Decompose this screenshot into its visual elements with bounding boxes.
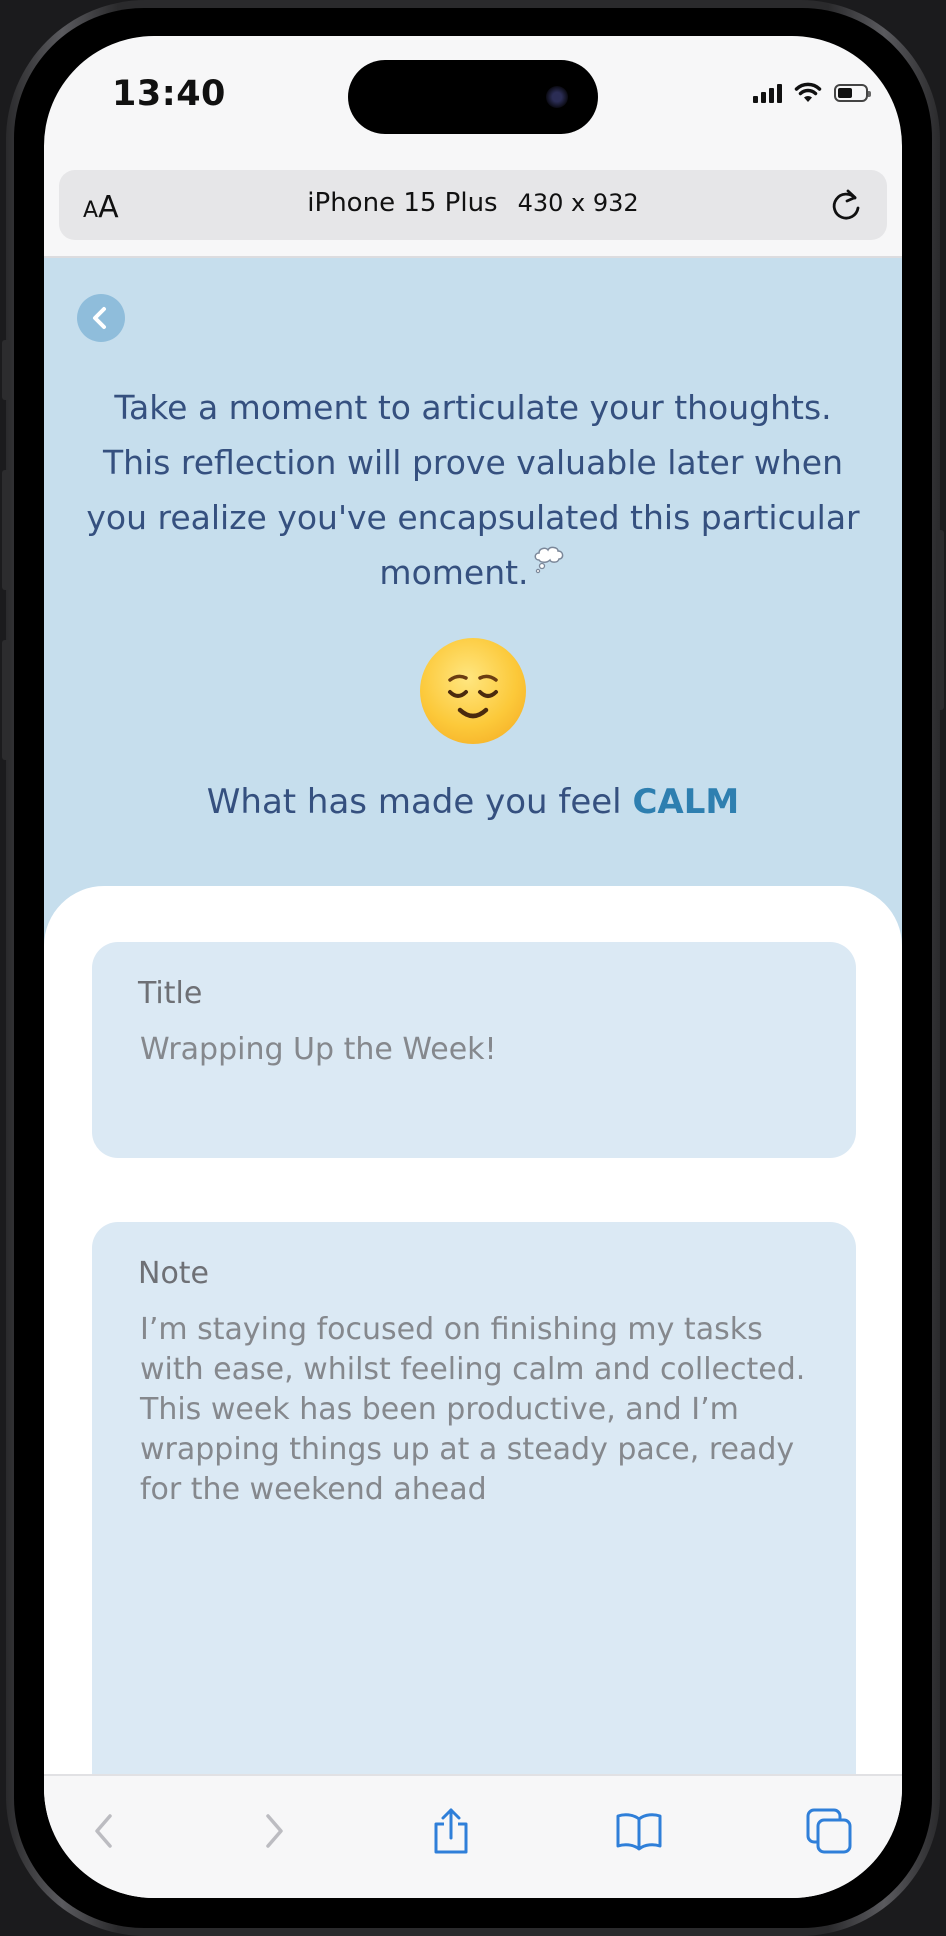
- chevron-left-icon: [93, 307, 106, 329]
- thought-bubble-icon: [534, 546, 563, 574]
- title-field-value[interactable]: Wrapping Up the Week!: [140, 1030, 810, 1070]
- cellular-signal-icon: [753, 83, 782, 103]
- status-icons: [753, 82, 871, 104]
- journal-entry-screen: Take a moment to articulate your thought…: [44, 258, 902, 1774]
- dynamic-island: [348, 60, 598, 134]
- share-icon[interactable]: [426, 1806, 476, 1856]
- volume-down-button: [2, 640, 10, 760]
- mood-prompt: What has made you feel CALM: [44, 782, 902, 822]
- title-field[interactable]: Title Wrapping Up the Week!: [92, 942, 856, 1158]
- back-button[interactable]: [77, 294, 125, 342]
- address-text: iPhone 15 Plus 430 x 932: [59, 188, 887, 218]
- relieved-face-icon: [420, 638, 526, 744]
- title-field-label: Title: [138, 976, 203, 1011]
- action-button: [2, 340, 10, 400]
- mood-label: CALM: [632, 782, 740, 822]
- power-button: [936, 530, 944, 710]
- address-bar[interactable]: AA iPhone 15 Plus 430 x 932: [59, 170, 887, 240]
- bookmarks-icon[interactable]: [614, 1806, 664, 1856]
- device-name: iPhone 15 Plus: [307, 188, 498, 218]
- forward-icon[interactable]: [248, 1806, 298, 1856]
- device-dimensions: 430 x 932: [517, 189, 639, 217]
- note-field-label: Note: [138, 1256, 210, 1291]
- mood-prompt-text: What has made you feel: [206, 782, 633, 822]
- status-time: 13:40: [112, 74, 226, 114]
- back-icon[interactable]: [80, 1806, 130, 1856]
- reload-icon[interactable]: [827, 186, 865, 224]
- battery-icon: [834, 84, 871, 102]
- intro-text: Take a moment to articulate your thought…: [86, 388, 860, 592]
- intro-paragraph: Take a moment to articulate your thought…: [84, 380, 862, 600]
- wifi-icon: [794, 82, 822, 102]
- tabs-icon[interactable]: [804, 1806, 854, 1856]
- browser-toolbar: [44, 1774, 902, 1898]
- phone-screen: 13:40 AA iPhone 15 Plus 430 x 932 Take a…: [44, 36, 902, 1898]
- note-field-value[interactable]: I’m staying focused on finishing my task…: [140, 1310, 810, 1510]
- front-camera-icon: [546, 86, 568, 108]
- entry-form-sheet: Title Wrapping Up the Week! Note I’m sta…: [44, 886, 902, 1774]
- note-field[interactable]: Note I’m staying focused on finishing my…: [92, 1222, 856, 1774]
- volume-up-button: [2, 470, 10, 590]
